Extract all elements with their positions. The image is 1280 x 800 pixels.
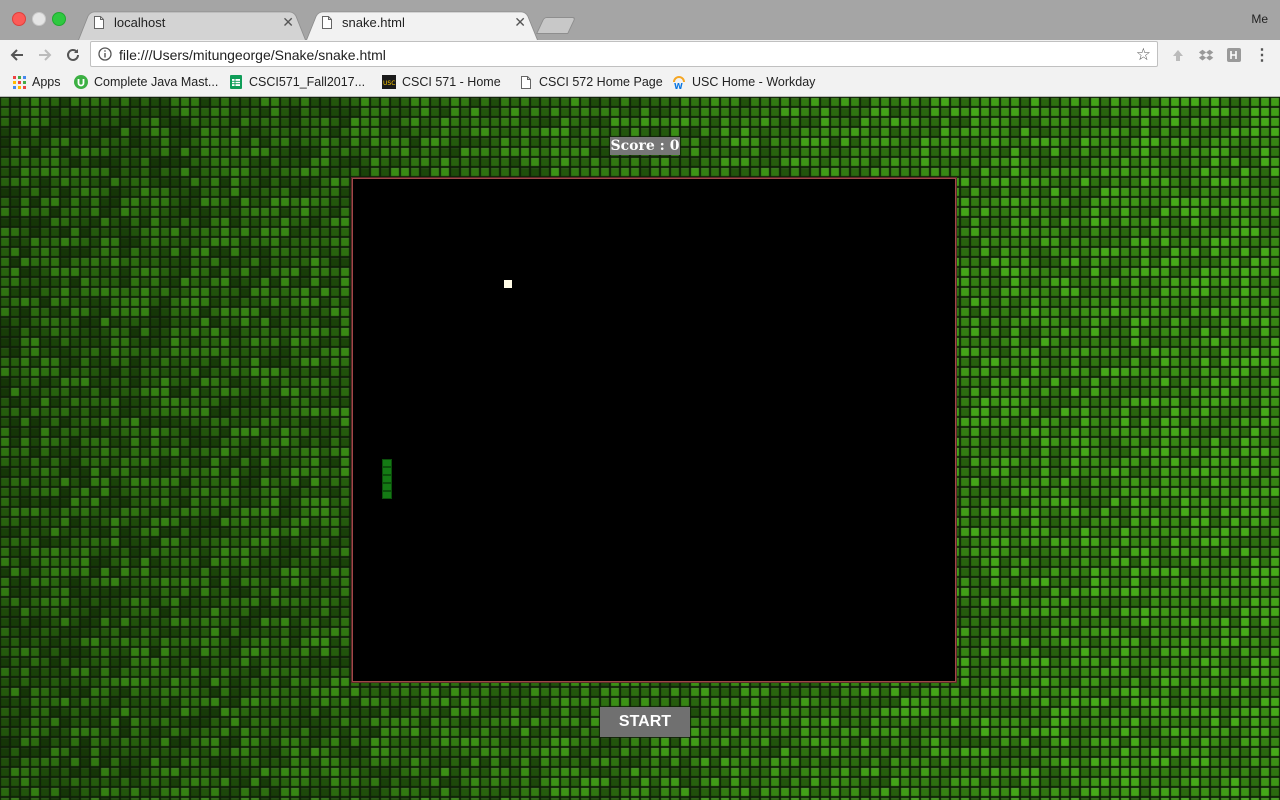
bookmark-java-masterclass[interactable]: Complete Java Mast... xyxy=(74,75,218,89)
menu-icon[interactable]: ⋮ xyxy=(1253,46,1271,64)
back-icon[interactable] xyxy=(7,45,27,65)
info-icon[interactable] xyxy=(98,47,112,61)
game-board[interactable] xyxy=(352,178,956,682)
usc-icon: USC xyxy=(382,75,396,89)
tab-localhost[interactable]: localhost ✕ xyxy=(78,8,306,40)
snake-segment xyxy=(382,475,392,483)
bookmark-usc-workday[interactable]: W USC Home - Workday xyxy=(672,75,815,89)
window-close-button[interactable] xyxy=(12,12,26,26)
workday-icon: W xyxy=(672,75,686,89)
page-icon xyxy=(94,16,104,29)
new-tab-button[interactable] xyxy=(536,17,576,34)
bookmark-label: Apps xyxy=(32,75,61,89)
bookmark-apps[interactable]: Apps xyxy=(12,75,61,89)
browser-toolbar: file:///Users/mitungeorge/Snake/snake.ht… xyxy=(0,40,1280,70)
start-button[interactable]: START xyxy=(600,707,690,737)
snake-segment xyxy=(382,467,392,475)
svg-text:USC: USC xyxy=(383,80,395,87)
tab-snake[interactable]: snake.html ✕ xyxy=(306,8,538,40)
bookmark-label: USC Home - Workday xyxy=(692,75,816,89)
window-minimize-button[interactable] xyxy=(32,12,46,26)
reload-icon[interactable] xyxy=(63,45,83,65)
food-pellet xyxy=(504,280,512,288)
score-display: Score : 0 xyxy=(610,137,680,155)
udemy-icon xyxy=(74,75,88,89)
snake-segment xyxy=(382,459,392,467)
page-icon xyxy=(322,16,332,29)
bookmark-csci571-fall2017[interactable]: CSCI571_Fall2017... xyxy=(229,75,365,89)
bookmark-label: CSCI 572 Home Page xyxy=(539,75,663,89)
bookmark-label: CSCI 571 - Home xyxy=(402,75,501,89)
tab-strip: localhost ✕ snake.html ✕ Me xyxy=(0,0,1280,40)
window-maximize-button[interactable] xyxy=(52,12,66,26)
url-text[interactable]: file:///Users/mitungeorge/Snake/snake.ht… xyxy=(119,47,386,63)
tab-title: snake.html xyxy=(342,15,405,30)
bookmark-star-icon[interactable]: ☆ xyxy=(1136,45,1151,65)
svg-text:W: W xyxy=(674,82,683,89)
dropbox-icon[interactable] xyxy=(1197,46,1215,64)
snake-segment xyxy=(382,483,392,491)
tab-close-icon[interactable]: ✕ xyxy=(282,14,294,31)
apps-grid-icon xyxy=(12,75,26,89)
tab-title: localhost xyxy=(114,15,166,30)
page-icon xyxy=(519,75,533,89)
profile-button[interactable]: Me xyxy=(1251,12,1268,26)
extension-icon[interactable] xyxy=(1169,46,1187,64)
snake-segment xyxy=(382,491,392,499)
tab-close-icon[interactable]: ✕ xyxy=(514,14,526,31)
bookmarks-bar: Apps Complete Java Mast... CSCI571_Fall2… xyxy=(0,70,1280,97)
bookmark-csci571-home[interactable]: USC CSCI 571 - Home xyxy=(382,75,501,89)
address-bar[interactable]: file:///Users/mitungeorge/Snake/snake.ht… xyxy=(90,41,1158,67)
translate-extension-icon[interactable] xyxy=(1225,46,1243,64)
bookmark-label: Complete Java Mast... xyxy=(94,75,219,89)
bookmark-label: CSCI571_Fall2017... xyxy=(249,75,366,89)
bookmark-csci572-home[interactable]: CSCI 572 Home Page xyxy=(519,75,663,89)
page-content: Score : 0 START xyxy=(0,97,1280,800)
forward-icon[interactable] xyxy=(35,45,55,65)
sheets-icon xyxy=(229,75,243,89)
